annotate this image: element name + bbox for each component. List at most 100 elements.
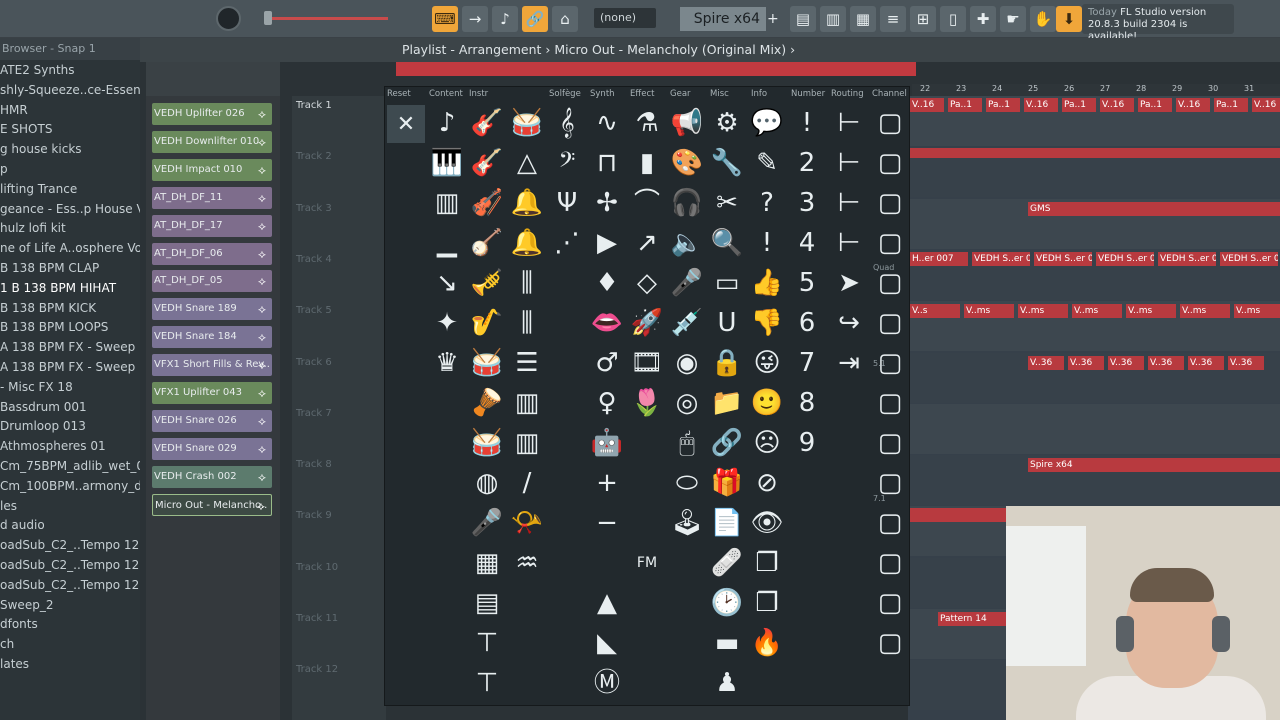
touch-controller-icon[interactable]: ☛ [1000, 6, 1026, 32]
icon-category-tab[interactable]: Instr [469, 89, 488, 99]
pattern-clip[interactable]: Pa..1 [948, 98, 982, 112]
pattern-clip[interactable]: Pa..1 [1062, 98, 1096, 112]
pattern-selector[interactable]: (none) [594, 8, 656, 28]
pattern-clip[interactable]: V..36 [1068, 356, 1104, 370]
snare-drum-icon[interactable]: 🥁 [469, 345, 505, 381]
number-5-icon[interactable]: 5 [789, 265, 825, 301]
gift-icon[interactable]: 🎁 [709, 465, 745, 501]
bars-icon[interactable]: ▁ [429, 225, 465, 261]
surround-71-2-icon[interactable]: ▢ [872, 545, 908, 581]
pattern-clip[interactable]: H..er 007 [910, 252, 968, 266]
number-4-icon[interactable]: 4 [789, 225, 825, 261]
bongo-icon[interactable]: 🪘 [469, 385, 505, 421]
click-icon[interactable]: 🖱 [669, 425, 705, 461]
track-label[interactable]: Track 9 [296, 510, 332, 521]
pawn-icon[interactable]: ♟ [709, 665, 745, 701]
saxophone-icon[interactable]: 🎷 [469, 305, 505, 341]
audio-clip-band[interactable] [908, 148, 1280, 158]
blend-notes-icon[interactable]: ♪ [492, 6, 518, 32]
pattern-clip[interactable]: V..16 [1024, 98, 1058, 112]
channel-4-icon[interactable]: ▢ [872, 225, 908, 261]
dots-icon[interactable]: ⋰ [549, 225, 585, 261]
channel-button[interactable]: AT_DH_DF_11 ⟡ [152, 186, 272, 209]
volume-icon[interactable]: 🔈 [669, 225, 705, 261]
timeline-ruler[interactable]: 22 23 24 25 26 27 28 29 30 31 [912, 84, 1280, 96]
surround-71-3-icon[interactable]: ▢ [872, 585, 908, 621]
bandage-icon[interactable]: 🩹 [709, 545, 745, 581]
chimes-icon[interactable]: ▥ [509, 425, 545, 461]
cylinder-icon[interactable]: ⬭ [669, 465, 705, 501]
document-icon[interactable]: 📄 [709, 505, 745, 541]
channel-2-icon[interactable]: ▢ [872, 145, 908, 181]
number-3-icon[interactable]: 3 [789, 185, 825, 221]
bell-icon[interactable]: 🔔 [509, 185, 545, 221]
tulip-icon[interactable]: 🌷 [629, 385, 665, 421]
icon-category-tab[interactable]: Number [791, 89, 825, 99]
star-icon[interactable]: ✢ [589, 185, 625, 221]
plus-icon[interactable]: + [589, 465, 625, 501]
magnet-icon[interactable]: U [709, 305, 745, 341]
browser-item[interactable]: lifting Trance [0, 179, 140, 199]
male-icon[interactable]: ♂ [589, 345, 625, 381]
book-icon[interactable]: ▤ [469, 585, 505, 621]
pattern-clip[interactable]: V..36 [1108, 356, 1144, 370]
update-notice[interactable]: Today FL Studio version 20.8.3 build 230… [1082, 4, 1234, 42]
bass-clef-icon[interactable]: 𝄢 [549, 145, 585, 181]
keys-icon[interactable]: ▥ [429, 185, 465, 221]
rocket-icon[interactable]: 🚀 [629, 305, 665, 341]
browser-item[interactable]: les [0, 496, 140, 516]
eraser-icon[interactable]: ✎ [749, 145, 785, 181]
flute-icon[interactable]: / [509, 465, 545, 501]
surround-71-4-icon[interactable]: ▢ [872, 625, 908, 661]
icon-category-tab[interactable]: Misc [710, 89, 729, 99]
master-volume-knob[interactable] [216, 6, 241, 31]
battery-icon[interactable]: ▬ [709, 625, 745, 661]
browser-item[interactable]: d audio [0, 515, 140, 535]
pattern-clip[interactable]: V..ms [964, 304, 1014, 318]
pattern-clip[interactable]: V..ms [1018, 304, 1068, 318]
pattern-clip[interactable]: V..16 [1100, 98, 1134, 112]
icon-category-tab[interactable]: Gear [670, 89, 691, 99]
xylophone-icon[interactable]: ⫼ [509, 305, 545, 341]
pattern-clip[interactable]: V..16 [1176, 98, 1210, 112]
browser-item[interactable]: Cm_75BPM_adlib_wet_05 [0, 456, 140, 476]
joystick-icon[interactable]: 🕹 [669, 505, 705, 541]
channel-icon[interactable]: ▢ [872, 105, 908, 141]
track-label[interactable]: Track 4 [296, 254, 332, 265]
pipes-icon[interactable]: ⫼ [509, 265, 545, 301]
surround-channel-2-icon[interactable]: ▢ [872, 385, 908, 421]
browser-item[interactable]: Bassdrum 001 [0, 397, 140, 417]
speaker-icon[interactable]: 📢 [669, 105, 705, 141]
channel-button[interactable]: AT_DH_DF_17 ⟡ [152, 214, 272, 237]
channel-button[interactable]: VFX1 Uplifter 043 ⟡ [152, 382, 272, 404]
surround-channel-3-icon[interactable]: ▢ [872, 425, 908, 461]
track-label[interactable]: Track 8 [296, 459, 332, 470]
browser-item[interactable]: geance - Ess..p House Vol.1 [0, 199, 140, 219]
speech-icon[interactable]: 💬 [749, 105, 785, 141]
wrench-icon[interactable]: 🔧 [709, 145, 745, 181]
track-label[interactable]: Track 12 [296, 664, 338, 675]
folder-icon[interactable]: 📁 [709, 385, 745, 421]
tuning-fork-icon[interactable]: Ψ [549, 185, 585, 221]
icon-category-tab[interactable]: Routing [831, 89, 864, 99]
master-pitch-slider[interactable] [264, 17, 388, 20]
piano-roll-icon[interactable]: ▥ [820, 6, 846, 32]
browser-item[interactable]: Drumloop 013 [0, 416, 140, 436]
scissors-icon[interactable]: ✂ [709, 185, 745, 221]
browser-header[interactable]: Browser - Snap 1 [0, 38, 140, 60]
pattern-clip[interactable]: GMS [1028, 202, 1280, 216]
browser-item[interactable]: HMR [0, 100, 140, 120]
channel-button[interactable]: VFX1 Short Fills & Rev.. ⟡ [152, 354, 272, 377]
pattern-clip[interactable]: V..ms [1234, 304, 1280, 318]
channel-button[interactable]: VEDH Snare 026 ⟡ [152, 409, 272, 432]
typing-keyboard-icon[interactable]: ⌨ [432, 6, 458, 32]
pattern-clip[interactable]: V..36 [1188, 356, 1224, 370]
pattern-clip[interactable]: Pattern 14 [938, 612, 1008, 626]
playlist-window-icon[interactable]: ▤ [790, 6, 816, 32]
browser-item[interactable]: ch [0, 634, 140, 654]
browser-item[interactable]: oadSub_C2_..Tempo 126.0_3 [0, 555, 140, 575]
channel-button[interactable]: VEDH Snare 184 ⟡ [152, 326, 272, 349]
tambourine-icon[interactable]: ◍ [469, 465, 505, 501]
browser-item[interactable]: Sweep_2 [0, 595, 140, 615]
pattern-clip[interactable]: Spire x64 [1028, 458, 1280, 472]
